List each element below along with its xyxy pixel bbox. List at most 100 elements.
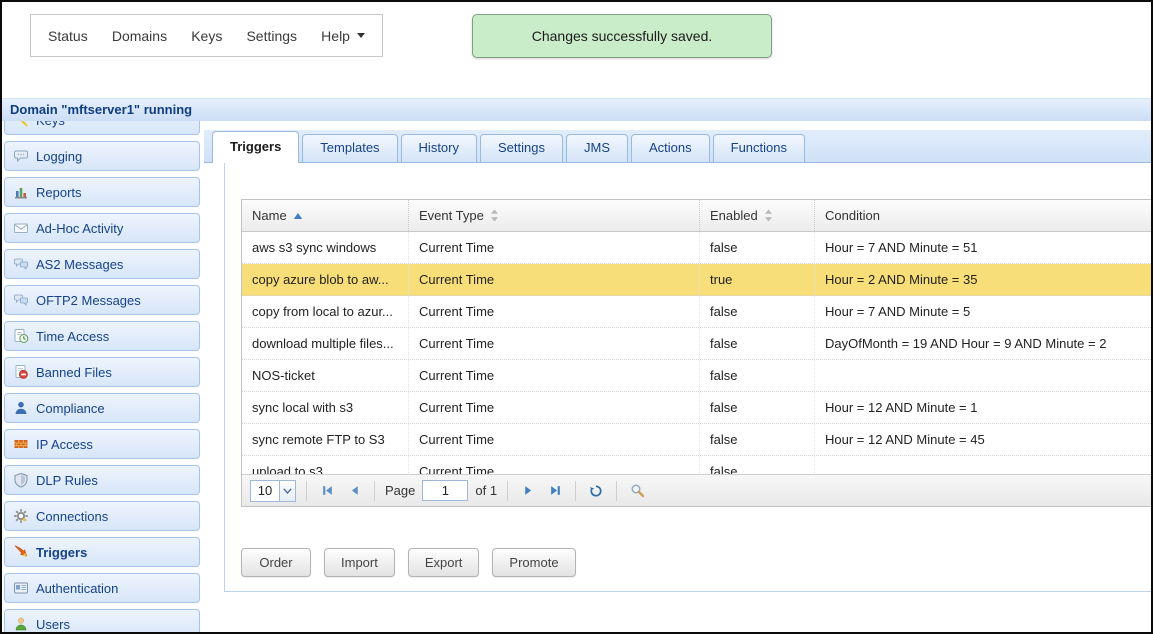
page-label: Page: [385, 483, 415, 498]
page-size-value: 10: [251, 481, 279, 501]
pager-first-button[interactable]: [317, 481, 337, 501]
tab-functions[interactable]: Functions: [713, 134, 805, 162]
pager-prev-button[interactable]: [344, 481, 364, 501]
tab-templates[interactable]: Templates: [302, 134, 397, 162]
sidebar-item-label: Ad-Hoc Activity: [36, 221, 123, 236]
domain-status-bar: Domain "mftserver1" running: [2, 98, 1151, 121]
sidebar-item-oftp2-messages[interactable]: OFTP2 Messages: [4, 285, 200, 315]
pager-separator: [507, 481, 508, 501]
sidebar-item-label: Reports: [36, 185, 82, 200]
table-row[interactable]: upload to s3Current Timefalse: [242, 456, 1151, 474]
table-row[interactable]: NOS-ticketCurrent Timefalse: [242, 360, 1151, 392]
tab-history[interactable]: History: [401, 134, 477, 162]
sidebar-item-label: Triggers: [36, 545, 87, 560]
table-row[interactable]: copy azure blob to aw...Current Timetrue…: [242, 264, 1151, 296]
grid-body: aws s3 sync windowsCurrent TimefalseHour…: [242, 232, 1151, 474]
menu-item-label: Domains: [112, 28, 167, 44]
import-button[interactable]: Import: [324, 548, 395, 577]
tab-label: Triggers: [230, 139, 281, 154]
cell-enabled: false: [700, 392, 815, 423]
sort-asc-icon: [293, 212, 303, 220]
menu-item-domains[interactable]: Domains: [112, 28, 167, 44]
table-row[interactable]: download multiple files...Current Timefa…: [242, 328, 1151, 360]
menu-item-settings[interactable]: Settings: [246, 28, 297, 44]
export-button[interactable]: Export: [408, 548, 480, 577]
cell-event-type: Current Time: [409, 264, 700, 295]
cell-event-type: Current Time: [409, 392, 700, 423]
menu-item-status[interactable]: Status: [48, 28, 88, 44]
main-menubar: Status Domains Keys Settings Help: [30, 14, 383, 57]
caret-down-icon: [357, 33, 365, 38]
sidebar-item-dlp-rules[interactable]: DLP Rules: [4, 465, 200, 495]
tab-jms[interactable]: JMS: [566, 134, 628, 162]
gear-icon: [13, 508, 29, 524]
tab-actions[interactable]: Actions: [631, 134, 710, 162]
sidebar-item-label: Compliance: [36, 401, 105, 416]
sidebar-item-reports[interactable]: Reports: [4, 177, 200, 207]
sidebar-item-label: Banned Files: [36, 365, 112, 380]
column-header-label: Event Type: [419, 208, 484, 223]
column-header-name[interactable]: Name: [242, 200, 409, 231]
id-card-icon: [13, 580, 29, 596]
sidebar-item-banned-files[interactable]: Banned Files: [4, 357, 200, 387]
table-row[interactable]: aws s3 sync windowsCurrent TimefalseHour…: [242, 232, 1151, 264]
sidebar-item-connections[interactable]: Connections: [4, 501, 200, 531]
sidebar-item-logging[interactable]: Logging: [4, 141, 200, 171]
menu-item-keys[interactable]: Keys: [191, 28, 222, 44]
menu-item-help[interactable]: Help: [321, 28, 365, 44]
menu-item-label: Settings: [246, 28, 297, 44]
cell-name: sync local with s3: [242, 392, 409, 423]
promote-button[interactable]: Promote: [492, 548, 575, 577]
cell-enabled: false: [700, 360, 815, 391]
sidebar-item-label: DLP Rules: [36, 473, 98, 488]
table-row[interactable]: copy from local to azur...Current Timefa…: [242, 296, 1151, 328]
table-row[interactable]: sync local with s3Current TimefalseHour …: [242, 392, 1151, 424]
sidebar-item-keys[interactable]: Keys: [4, 121, 200, 135]
envelope-icon: [13, 220, 29, 236]
tab-label: History: [419, 140, 459, 155]
action-button-row: Order Import Export Promote: [241, 548, 576, 577]
sidebar-item-label: Logging: [36, 149, 82, 164]
search-button[interactable]: [627, 481, 647, 501]
sidebar-item-time-access[interactable]: Time Access: [4, 321, 200, 351]
pager-next-button[interactable]: [518, 481, 538, 501]
sidebar-item-users[interactable]: Users: [4, 609, 200, 632]
cell-event-type: Current Time: [409, 328, 700, 359]
sidebar-item-authentication[interactable]: Authentication: [4, 573, 200, 603]
sidebar-item-ad-hoc-activity[interactable]: Ad-Hoc Activity: [4, 213, 200, 243]
tab-triggers[interactable]: Triggers: [212, 131, 299, 163]
person-green-icon: [13, 616, 29, 632]
cell-enabled: false: [700, 232, 815, 263]
tab-settings[interactable]: Settings: [480, 134, 563, 162]
key-icon: [13, 121, 29, 128]
table-row[interactable]: sync remote FTP to S3Current TimefalseHo…: [242, 424, 1151, 456]
trigger-bolt-icon: [13, 544, 29, 560]
cell-condition: [815, 360, 1151, 391]
sidebar-item-compliance[interactable]: Compliance: [4, 393, 200, 423]
order-button[interactable]: Order: [241, 548, 311, 577]
tab-label: JMS: [584, 140, 610, 155]
cell-event-type: Current Time: [409, 360, 700, 391]
cell-enabled: false: [700, 296, 815, 327]
person-blue-icon: [13, 400, 29, 416]
sidebar-item-label: IP Access: [36, 437, 93, 452]
cell-condition: Hour = 7 AND Minute = 51: [815, 232, 1151, 263]
pager-separator: [616, 481, 617, 501]
sidebar-item-label: Authentication: [36, 581, 118, 596]
sidebar-item-label: AS2 Messages: [36, 257, 123, 272]
column-header-event-type[interactable]: Event Type: [409, 200, 700, 231]
cell-event-type: Current Time: [409, 424, 700, 455]
refresh-button[interactable]: [586, 481, 606, 501]
cell-event-type: Current Time: [409, 296, 700, 327]
column-header-label: Name: [252, 208, 287, 223]
page-number-input[interactable]: [422, 480, 468, 501]
sidebar-item-triggers[interactable]: Triggers: [4, 537, 200, 567]
sidebar-item-as2-messages[interactable]: AS2 Messages: [4, 249, 200, 279]
page-size-select[interactable]: 10: [250, 480, 296, 502]
sidebar-item-ip-access[interactable]: IP Access: [4, 429, 200, 459]
tab-label: Templates: [320, 140, 379, 155]
cell-name: sync remote FTP to S3: [242, 424, 409, 455]
column-header-enabled[interactable]: Enabled: [700, 200, 815, 231]
pager-last-button[interactable]: [545, 481, 565, 501]
column-header-condition[interactable]: Condition: [815, 200, 1151, 231]
